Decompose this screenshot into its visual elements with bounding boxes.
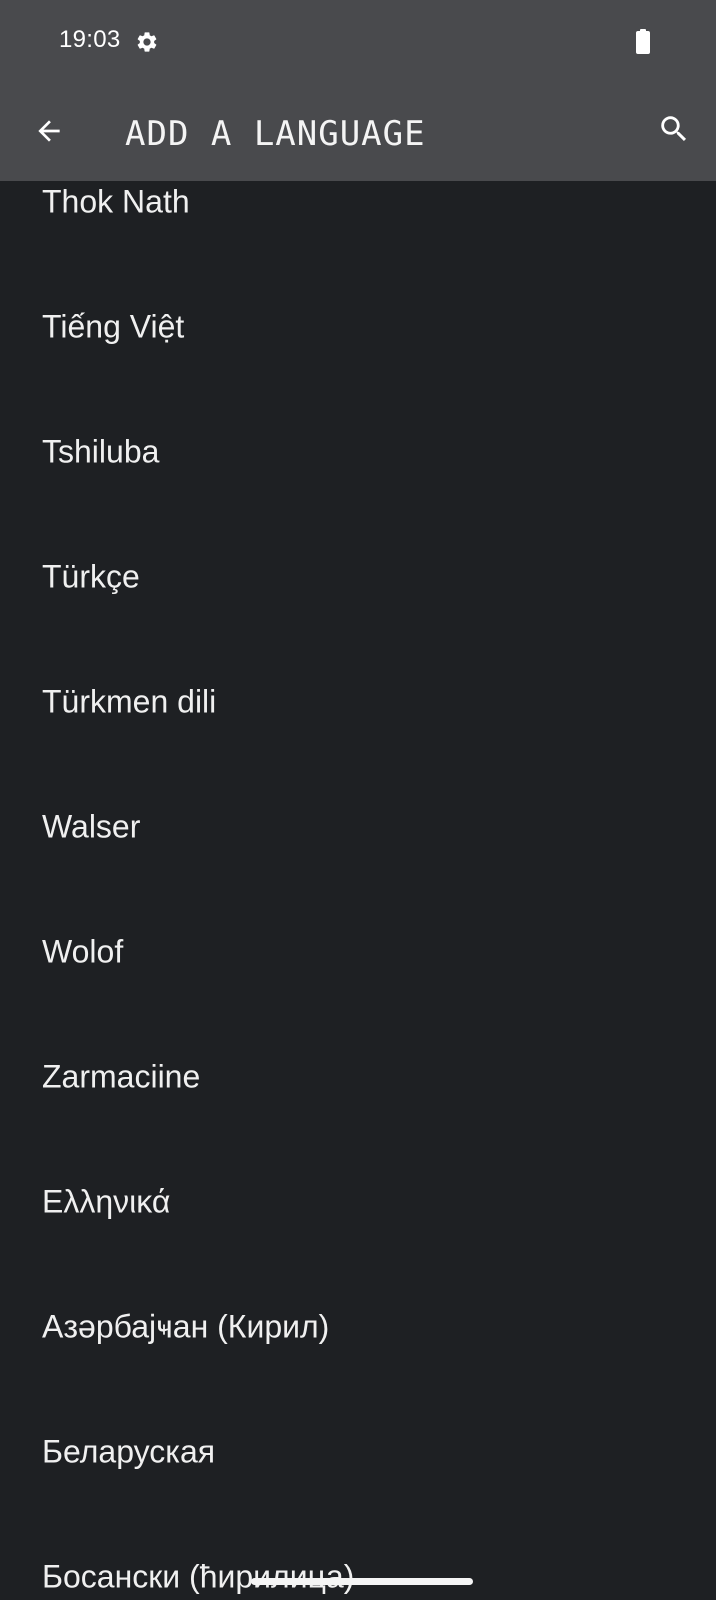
language-item-greek[interactable]: Ελληνικά xyxy=(0,1139,716,1264)
language-label: Босански (ћирилица) xyxy=(42,1558,355,1594)
language-label: Беларуская xyxy=(42,1433,216,1469)
language-item-thok-nath[interactable]: Thok Nath xyxy=(0,181,716,264)
language-item-azerbaijani-cyrillic[interactable]: Азәрбајҹан (Кирил) xyxy=(0,1264,716,1389)
language-item-tieng-viet[interactable]: Tiếng Việt xyxy=(0,264,716,389)
language-label: Thok Nath xyxy=(42,183,190,219)
language-item-tshiluba[interactable]: Tshiluba xyxy=(0,389,716,514)
status-time: 19:03 xyxy=(59,26,121,53)
battery-icon xyxy=(635,29,651,54)
language-item-belarusian[interactable]: Беларуская xyxy=(0,1389,716,1514)
language-label: Азәрбајҹан (Кирил) xyxy=(42,1308,330,1344)
language-item-zarmaciine[interactable]: Zarmaciine xyxy=(0,1014,716,1139)
arrow-back-icon xyxy=(33,115,65,152)
gear-icon xyxy=(135,30,159,54)
language-label: Tiếng Việt xyxy=(42,308,185,344)
search-button[interactable] xyxy=(647,104,701,158)
language-item-bosnian-cyrillic[interactable]: Босански (ћирилица) xyxy=(0,1514,716,1600)
language-label: Ελληνικά xyxy=(42,1183,171,1219)
language-label: Walser xyxy=(42,808,141,844)
language-label: Tshiluba xyxy=(42,433,160,469)
app-bar: ADD A LANGUAGE xyxy=(0,84,716,181)
language-item-turkce[interactable]: Türkçe xyxy=(0,514,716,639)
search-icon xyxy=(657,112,691,151)
screen: 19:03 ADD A LANGUAGE Thok Nath Tiếng Việ… xyxy=(0,0,716,1600)
language-item-turkmen-dili[interactable]: Türkmen dili xyxy=(0,639,716,764)
language-list[interactable]: Thok Nath Tiếng Việt Tshiluba Türkçe Tür… xyxy=(0,181,716,1600)
language-label: Türkçe xyxy=(42,558,140,594)
back-button[interactable] xyxy=(22,106,76,160)
language-label: Zarmaciine xyxy=(42,1058,201,1094)
gesture-nav-handle[interactable] xyxy=(251,1578,473,1585)
language-item-walser[interactable]: Walser xyxy=(0,764,716,889)
language-label: Wolof xyxy=(42,933,124,969)
language-label: Türkmen dili xyxy=(42,683,217,719)
language-item-wolof[interactable]: Wolof xyxy=(0,889,716,1014)
page-title: ADD A LANGUAGE xyxy=(125,114,426,154)
status-bar: 19:03 xyxy=(0,0,716,84)
